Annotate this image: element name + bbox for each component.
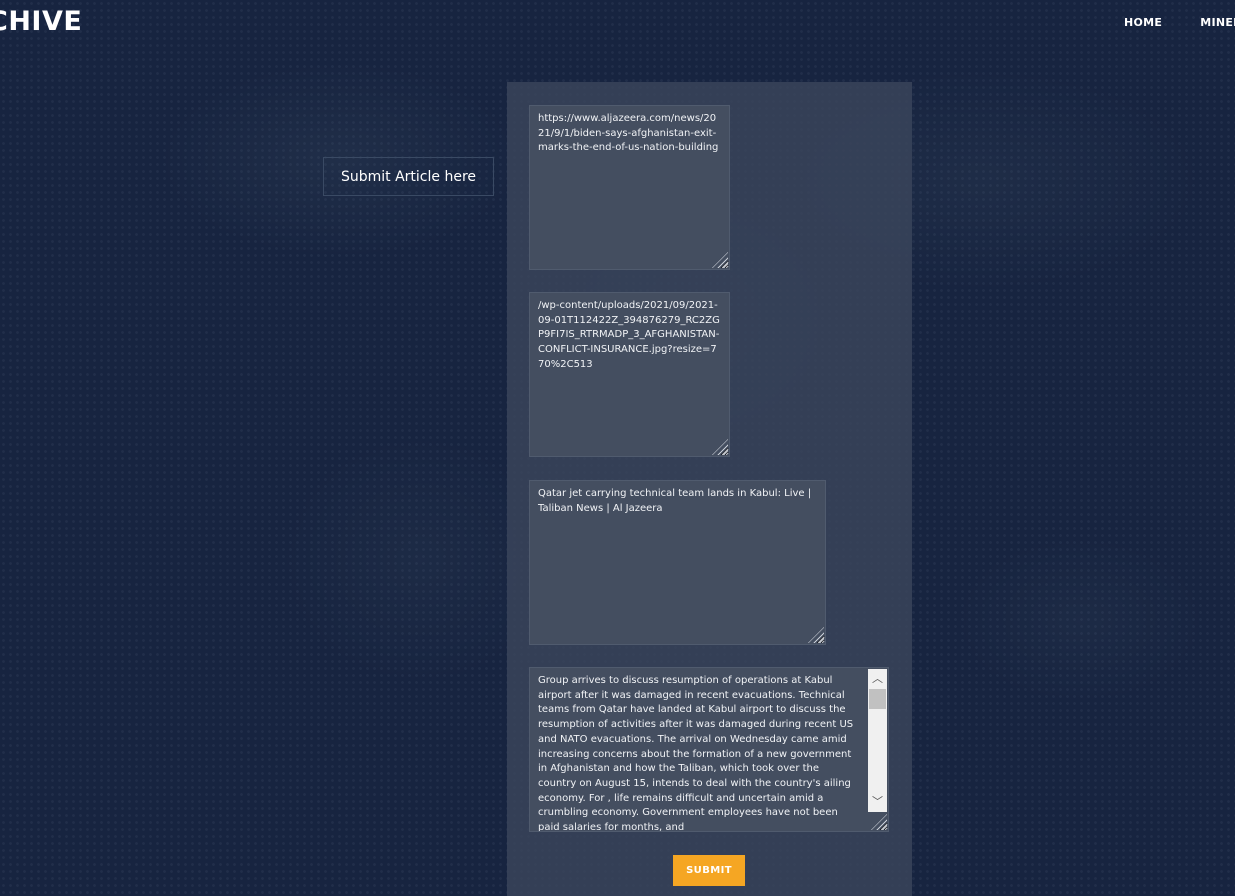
article-title-textarea[interactable]: Qatar jet carrying technical team lands … xyxy=(529,480,826,645)
article-url-value: https://www.aljazeera.com/news/2021/9/1/… xyxy=(538,113,719,154)
nav-home-link[interactable]: HOME xyxy=(1124,16,1162,29)
scroll-down-icon[interactable]: ﹀ xyxy=(868,794,887,810)
resize-grip-icon[interactable] xyxy=(712,252,728,268)
article-body-textarea[interactable]: Group arrives to discuss resumption of o… xyxy=(529,667,889,832)
top-nav: HOME MINED xyxy=(1124,16,1235,29)
submit-button[interactable]: SUBMIT xyxy=(673,855,745,886)
scroll-up-icon[interactable]: ︿ xyxy=(868,671,887,687)
scroll-thumb[interactable] xyxy=(869,689,886,709)
nav-mined-link[interactable]: MINED xyxy=(1200,16,1235,29)
article-body-value: Group arrives to discuss resumption of o… xyxy=(538,675,854,832)
image-url-value: /wp-content/uploads/2021/09/2021-09-01T1… xyxy=(538,300,720,370)
resize-grip-icon[interactable] xyxy=(871,814,887,830)
page: CHIVE HOME MINED Submit Article here htt… xyxy=(0,0,1235,896)
submit-article-heading: Submit Article here xyxy=(323,157,494,196)
site-logo[interactable]: CHIVE xyxy=(0,6,82,37)
article-title-value: Qatar jet carrying technical team lands … xyxy=(538,488,812,514)
resize-grip-icon[interactable] xyxy=(712,439,728,455)
image-url-textarea[interactable]: /wp-content/uploads/2021/09/2021-09-01T1… xyxy=(529,292,730,457)
article-url-textarea[interactable]: https://www.aljazeera.com/news/2021/9/1/… xyxy=(529,105,730,270)
textarea-scrollbar[interactable]: ︿ ﹀ xyxy=(868,669,887,812)
resize-grip-icon[interactable] xyxy=(808,627,824,643)
